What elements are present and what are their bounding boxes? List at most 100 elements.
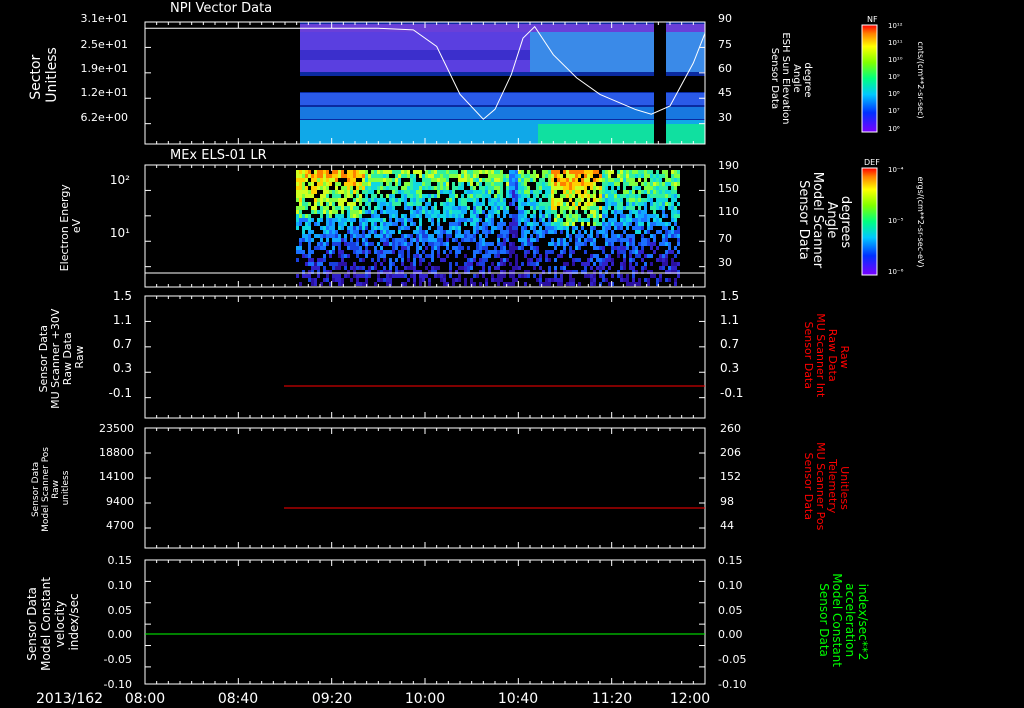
els-spectrogram-cell	[329, 262, 332, 266]
els-spectrogram-cell	[563, 250, 566, 254]
els-spectrogram-cell	[446, 254, 449, 258]
els-spectrogram-cell	[311, 278, 314, 282]
els-spectrogram-cell	[557, 278, 560, 282]
els-spectrogram-cell	[590, 266, 593, 270]
els-spectrogram-cell	[416, 206, 419, 210]
els-spectrogram-cell	[575, 190, 578, 194]
els-spectrogram-cell	[509, 190, 512, 194]
right-ticks-velocity: 0.15 0.10 0.05 0.00 -0.05 -0.10	[718, 554, 746, 691]
els-spectrogram-cell	[461, 206, 464, 210]
els-spectrogram-cell	[458, 214, 461, 218]
els-spectrogram-cell	[569, 250, 572, 254]
els-spectrogram-cell	[401, 250, 404, 254]
npi-band-gap	[300, 76, 705, 92]
els-spectrogram-cell	[539, 266, 542, 270]
els-spectrogram-cell	[638, 174, 641, 178]
els-spectrogram-cell	[356, 174, 359, 178]
els-spectrogram-cell	[629, 254, 632, 258]
els-spectrogram-cell	[542, 206, 545, 210]
els-spectrogram-cell	[473, 258, 476, 262]
els-spectrogram-cell	[482, 238, 485, 242]
els-spectrogram-cell	[347, 214, 350, 218]
els-spectrogram-cell	[329, 182, 332, 186]
els-spectrogram-cell	[641, 214, 644, 218]
els-spectrogram-cell	[323, 190, 326, 194]
els-spectrogram-cell	[314, 198, 317, 202]
els-spectrogram-cell	[551, 230, 554, 234]
els-spectrogram-cell	[317, 234, 320, 238]
els-spectrogram-cell	[608, 218, 611, 222]
els-spectrogram-cell	[488, 222, 491, 226]
els-spectrogram-cell	[614, 182, 617, 186]
els-spectrogram-cell	[542, 182, 545, 186]
els-spectrogram-cell	[416, 246, 419, 250]
tick-label: 98	[720, 495, 734, 508]
els-spectrogram-cell	[635, 186, 638, 190]
els-spectrogram-cell	[542, 214, 545, 218]
els-spectrogram-cell	[437, 170, 440, 174]
els-spectrogram-cell	[317, 246, 320, 250]
els-spectrogram-cell	[440, 178, 443, 182]
els-spectrogram-cell	[332, 222, 335, 226]
els-spectrogram-cell	[539, 258, 542, 262]
els-spectrogram-cell	[617, 202, 620, 206]
els-spectrogram-cell	[491, 222, 494, 226]
els-spectrogram-cell	[605, 234, 608, 238]
els-spectrogram-cell	[482, 230, 485, 234]
els-spectrogram-cell	[509, 186, 512, 190]
els-spectrogram-cell	[383, 254, 386, 258]
els-spectrogram-cell	[662, 214, 665, 218]
els-spectrogram-cell	[458, 274, 461, 278]
els-spectrogram-cell	[545, 222, 548, 226]
els-spectrogram-cell	[530, 206, 533, 210]
els-spectrogram-cell	[545, 258, 548, 262]
els-spectrogram-cell	[560, 242, 563, 246]
els-spectrogram-cell	[596, 222, 599, 226]
els-spectrogram-cell	[554, 174, 557, 178]
colorbar-unit-nf: cnts/(cm**2-sr-sec)	[916, 41, 925, 118]
els-spectrogram-cell	[467, 258, 470, 262]
els-spectrogram-cell	[428, 234, 431, 238]
els-spectrogram-cell	[533, 194, 536, 198]
els-spectrogram-cell	[626, 174, 629, 178]
els-spectrogram-cell	[359, 210, 362, 214]
els-spectrogram-cell	[410, 198, 413, 202]
els-spectrogram-cell	[428, 210, 431, 214]
els-spectrogram-cell	[560, 206, 563, 210]
els-spectrogram-cell	[626, 246, 629, 250]
els-spectrogram-cell	[443, 182, 446, 186]
els-spectrogram-cell	[389, 258, 392, 262]
tick-label: 60	[718, 62, 732, 75]
els-spectrogram-cell	[626, 206, 629, 210]
els-spectrogram-cell	[632, 190, 635, 194]
els-spectrogram-cell	[302, 234, 305, 238]
els-spectrogram-cell	[671, 194, 674, 198]
els-spectrogram-cell	[635, 250, 638, 254]
els-spectrogram-cell	[560, 266, 563, 270]
els-spectrogram-cell	[392, 170, 395, 174]
els-spectrogram-cell	[665, 174, 668, 178]
els-spectrogram-cell	[533, 174, 536, 178]
els-spectrogram-cell	[569, 222, 572, 226]
els-spectrogram-cell	[320, 206, 323, 210]
els-spectrogram-cell	[344, 254, 347, 258]
els-spectrogram-cell	[299, 190, 302, 194]
right-ticks-mu-raw: 1.5 1.1 0.7 0.3 -0.1	[720, 289, 743, 400]
els-spectrogram-cell	[662, 242, 665, 246]
els-spectrogram-cell	[419, 194, 422, 198]
tick-label: 30	[718, 111, 732, 124]
els-spectrogram-cell	[626, 190, 629, 194]
els-spectrogram-cell	[572, 222, 575, 226]
colorbar-tick: 10⁻⁴	[888, 166, 904, 174]
els-spectrogram-cell	[482, 170, 485, 174]
els-spectrogram-cell	[305, 170, 308, 174]
els-spectrogram-cell	[677, 274, 680, 278]
els-spectrogram-cell	[611, 198, 614, 202]
els-spectrogram-cell	[578, 174, 581, 178]
els-spectrogram-cell	[497, 214, 500, 218]
tick-label: 152	[720, 470, 741, 483]
els-spectrogram-cell	[485, 182, 488, 186]
els-spectrogram-cell	[350, 242, 353, 246]
els-spectrogram-cell	[587, 174, 590, 178]
els-spectrogram-cell	[530, 198, 533, 202]
